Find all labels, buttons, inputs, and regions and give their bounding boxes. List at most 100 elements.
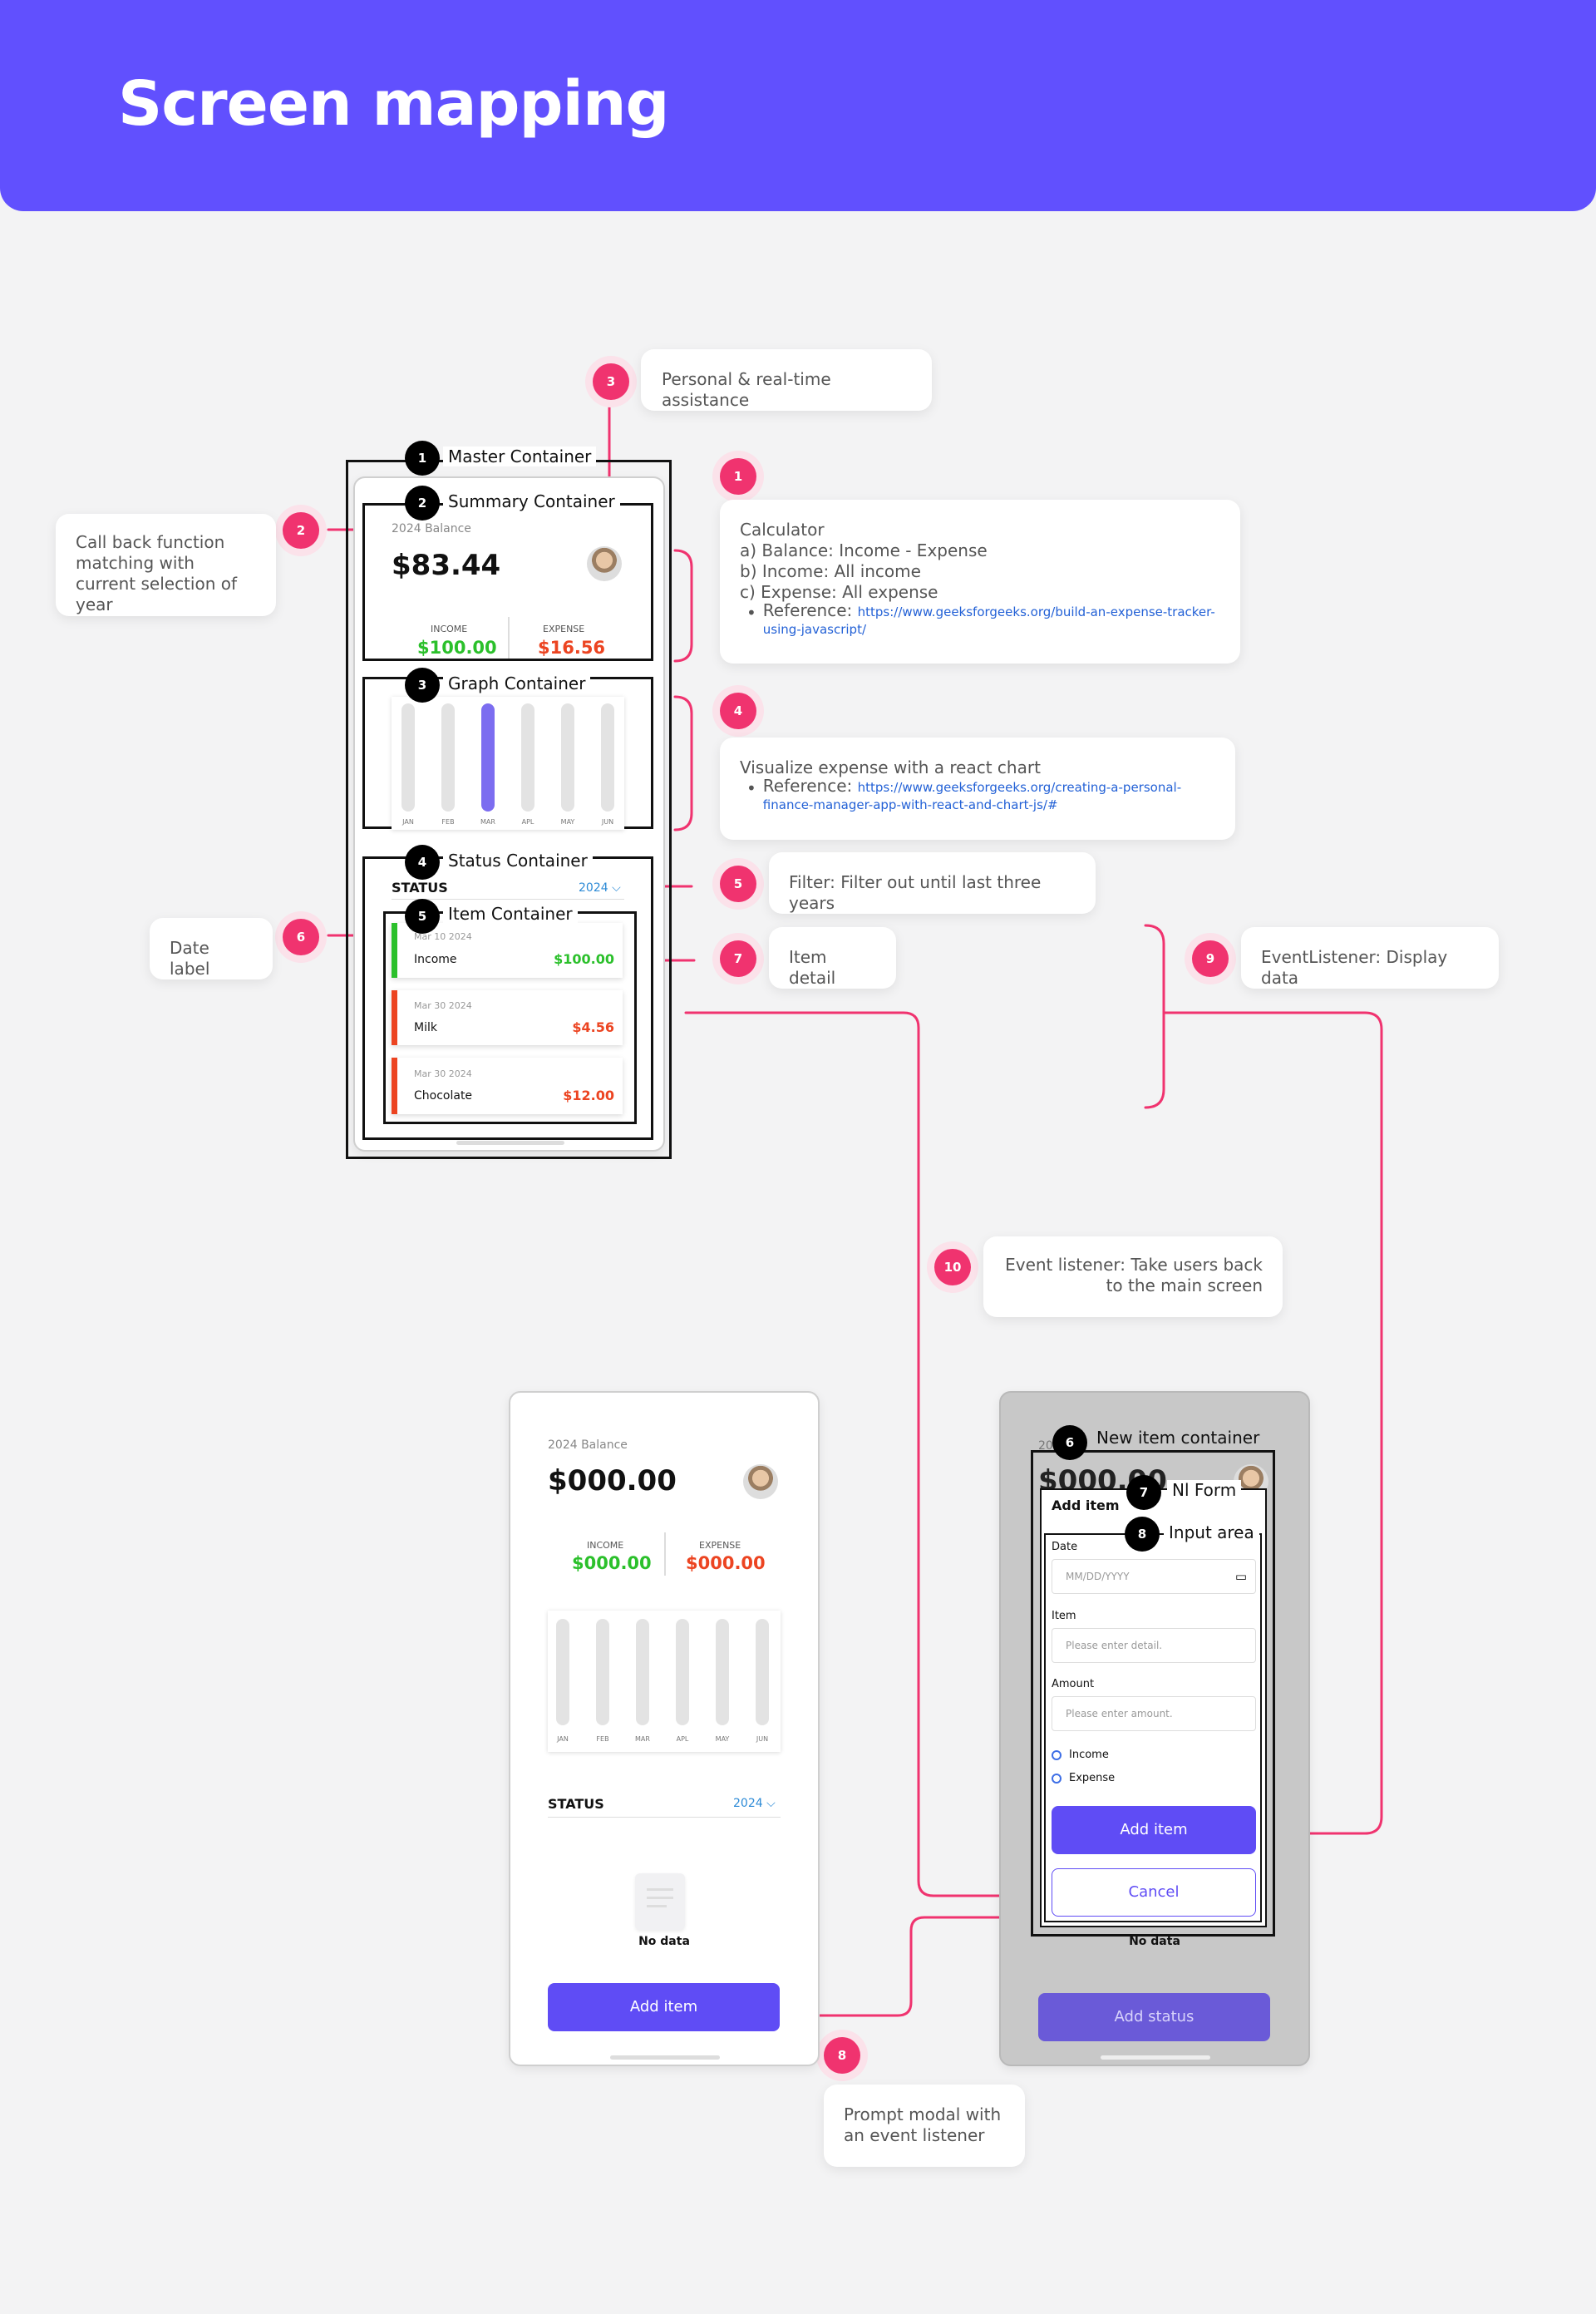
main-graph: JAN FEB MAR APL MAY JUN — [392, 697, 624, 830]
bar-jan[interactable] — [556, 1619, 569, 1725]
bar-mar[interactable] — [636, 1619, 649, 1725]
bar-may[interactable] — [716, 1619, 729, 1725]
list-item[interactable]: Mar 30 2024 Milk $4.56 — [392, 990, 623, 1045]
box-label-input-area: Input area — [1164, 1522, 1259, 1542]
list-item[interactable]: Mar 30 2024 Chocolate $12.00 — [392, 1058, 623, 1114]
connector-display — [1144, 924, 1165, 1109]
note-event-back-text: Event listener: Take users back to the m… — [1005, 1255, 1263, 1295]
note-personal: Personal & real-time assistance — [641, 349, 932, 411]
box-label-nl-form: Nl Form — [1167, 1480, 1242, 1500]
note-filter-text: Filter: Filter out until last three year… — [789, 872, 1042, 913]
amount-placeholder: Please enter amount. — [1066, 1708, 1173, 1719]
main-balance-label: 2024 Balance — [392, 522, 471, 535]
modal-form-title: Add item — [1052, 1497, 1120, 1513]
date-input[interactable]: MM/DD/YYYY ▭ — [1052, 1559, 1256, 1594]
note-event-display-text: EventListener: Display data — [1261, 947, 1448, 988]
calculator-title: Calculator — [740, 520, 825, 540]
visualize-reference: • Reference: https://www.geeksforgeeks.o… — [740, 777, 1215, 813]
avatar[interactable] — [587, 546, 622, 581]
empty-expense-label: EXPENSE — [699, 1540, 741, 1551]
note-personal-text: Personal & real-time assistance — [662, 369, 831, 410]
box-label-new-item: New item container — [1096, 1428, 1260, 1448]
modal-add-item-button[interactable]: Add item — [1052, 1806, 1256, 1854]
month-label: MAR — [480, 818, 495, 826]
empty-document-icon — [635, 1873, 685, 1930]
pin-personal: 3 — [593, 363, 629, 400]
modal-no-data: No data — [1129, 1935, 1180, 1948]
main-status-title: STATUS — [392, 880, 448, 896]
empty-graph: JAN FEB MAR APL MAY JUN — [548, 1611, 781, 1752]
note-visualize: Visualize expense with a react chart • R… — [720, 738, 1235, 840]
month-label: MAY — [560, 818, 575, 826]
bar-jun[interactable] — [601, 703, 614, 812]
item-name: Income — [414, 953, 457, 966]
pin-prompt: 8 — [824, 2037, 860, 2074]
month-label: MAR — [635, 1735, 650, 1743]
bar-apl[interactable] — [521, 703, 534, 812]
main-balance: $83.44 — [392, 549, 501, 582]
note-callback-text: Call back function matching with current… — [76, 532, 238, 614]
pin-callback: 2 — [283, 512, 319, 549]
box-label-master: Master Container — [443, 447, 597, 466]
pin-visualize: 4 — [720, 693, 756, 729]
month-label: JUN — [601, 818, 614, 826]
note-calculator: Calculator a) Balance: Income - Expense … — [720, 500, 1240, 664]
bar-feb[interactable] — [596, 1619, 609, 1725]
home-indicator — [1101, 2055, 1210, 2060]
note-prompt-text: Prompt modal with an event listener — [844, 2104, 1002, 2145]
cancel-button[interactable]: Cancel — [1052, 1868, 1256, 1917]
pin-event-display: 9 — [1192, 940, 1229, 977]
month-label: APL — [521, 818, 534, 826]
box-label-summary: Summary Container — [443, 491, 620, 511]
pin-event-back: 10 — [934, 1249, 971, 1285]
expense-radio[interactable] — [1052, 1774, 1062, 1784]
empty-year: 2024 — [733, 1797, 763, 1810]
item-date: Mar 30 2024 — [414, 1000, 472, 1011]
bar-feb[interactable] — [441, 703, 455, 812]
month-label: FEB — [596, 1735, 609, 1743]
main-year-filter[interactable]: 2024 ⌵ — [579, 881, 621, 895]
chevron-down-icon: ⌵ — [612, 881, 621, 895]
box-label-status: Status Container — [443, 851, 593, 871]
home-indicator — [456, 1141, 564, 1145]
note-filter: Filter: Filter out until last three year… — [769, 852, 1096, 914]
bar-may[interactable] — [561, 703, 574, 812]
box-num-graph: 3 — [405, 668, 440, 703]
add-status-button[interactable]: Add status — [1038, 1993, 1270, 2041]
bar-mar[interactable] — [481, 703, 495, 812]
box-num-master: 1 — [405, 441, 440, 476]
note-prompt: Prompt modal with an event listener — [824, 2085, 1025, 2167]
empty-expense-value: $000.00 — [686, 1553, 766, 1573]
add-item-button[interactable]: Add item — [548, 1983, 780, 2031]
calendar-icon[interactable]: ▭ — [1235, 1560, 1247, 1593]
expense-accent — [392, 1058, 397, 1114]
bar-jan[interactable] — [401, 703, 415, 812]
bar-apl[interactable] — [676, 1619, 689, 1725]
bullet: • — [746, 603, 756, 623]
box-label-graph: Graph Container — [443, 673, 591, 693]
empty-year-filter[interactable]: 2024 ⌵ — [733, 1797, 776, 1810]
pin-calculator: 1 — [720, 458, 756, 495]
box-label-item: Item Container — [443, 904, 578, 924]
item-amount: $4.56 — [572, 1019, 614, 1035]
note-callback: Call back function matching with current… — [56, 514, 276, 616]
empty-screen: 2024 Balance $000.00 INCOME $000.00 EXPE… — [509, 1391, 820, 2066]
amount-input[interactable]: Please enter amount. — [1052, 1696, 1256, 1731]
box-num-new-item: 6 — [1052, 1425, 1087, 1460]
empty-income-label: INCOME — [587, 1540, 624, 1551]
month-label: JAN — [557, 1735, 569, 1743]
item-placeholder: Please enter detail. — [1066, 1640, 1163, 1651]
month-label: JUN — [756, 1735, 769, 1743]
date-placeholder: MM/DD/YYYY — [1066, 1571, 1130, 1582]
box-num-nl-form: 7 — [1126, 1475, 1161, 1510]
bullet: • — [746, 778, 756, 798]
pin-filter: 5 — [720, 866, 756, 902]
bar-jun[interactable] — [756, 1619, 769, 1725]
expense-accent — [392, 990, 397, 1045]
connector-visualize — [673, 695, 693, 831]
item-input[interactable]: Please enter detail. — [1052, 1628, 1256, 1663]
month-label: MAY — [715, 1735, 730, 1743]
income-radio[interactable] — [1052, 1750, 1062, 1760]
main-expense-label: EXPENSE — [543, 624, 585, 634]
avatar[interactable] — [743, 1464, 778, 1499]
